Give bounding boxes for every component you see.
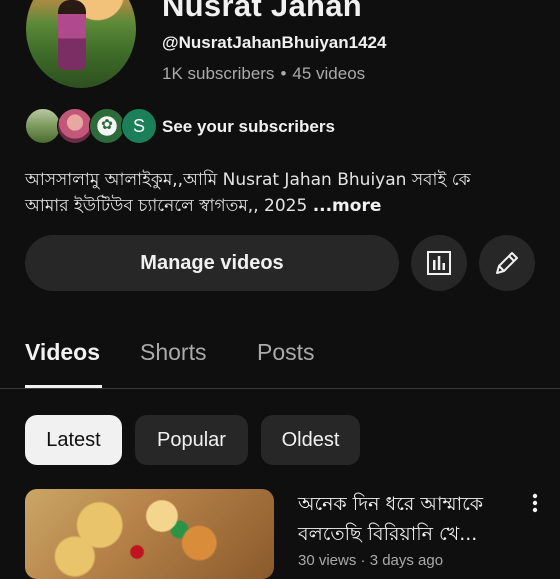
pencil-icon [496, 252, 518, 274]
filter-chip-latest[interactable]: Latest [25, 415, 122, 465]
channel-description[interactable]: আসসালামু আলাইকুম,,আমি Nusrat Jahan Bhuiy… [25, 167, 535, 219]
channel-name: Nusrat Jahan [162, 0, 362, 23]
tab-videos[interactable]: Videos [25, 339, 100, 366]
video-count: 45 videos [292, 64, 366, 83]
subscriber-avatars[interactable]: ✿ S [25, 108, 157, 146]
channel-avatar[interactable] [26, 0, 136, 88]
tab-posts[interactable]: Posts [257, 339, 315, 366]
stats-separator: • [280, 64, 287, 83]
video-title-line-1: অনেক দিন ধরে আম্মাকে [298, 493, 484, 515]
description-text: আমার ইউটিউব চ্যানেলে স্বাগতম,, 2025 [25, 196, 313, 216]
see-subscribers-link[interactable]: See your subscribers [162, 117, 335, 137]
tab-shorts[interactable]: Shorts [140, 339, 206, 366]
more-vert-icon [532, 493, 538, 513]
subscriber-logo-icon: ✿ [101, 117, 113, 133]
filter-chip-popular[interactable]: Popular [135, 415, 248, 465]
description-line-1: আসসালামু আলাইকুম,,আমি Nusrat Jahan Bhuiy… [25, 170, 471, 190]
analytics-button[interactable] [411, 235, 467, 291]
subscriber-avatar [57, 108, 93, 144]
analytics-icon [427, 251, 451, 275]
subscriber-avatar: S [121, 108, 157, 144]
tabs-divider [0, 388, 560, 389]
subscriber-count: 1K subscribers [162, 64, 275, 83]
video-title-line-2: বলতেছি বিরিয়ানি খে... [298, 523, 478, 545]
filter-chip-oldest[interactable]: Oldest [261, 415, 360, 465]
description-line-2: আমার ইউটিউব চ্যানেলে স্বাগতম,, 2025 ...m… [25, 193, 535, 219]
channel-stats: 1K subscribers • 45 videos [162, 64, 365, 84]
video-thumbnail[interactable] [25, 489, 274, 579]
description-more-link[interactable]: ...more [313, 196, 382, 216]
video-menu-button[interactable] [526, 491, 544, 515]
edit-channel-button[interactable] [479, 235, 535, 291]
video-meta: 30 views · 3 days ago [298, 552, 444, 569]
video-title[interactable]: অনেক দিন ধরে আম্মাকে বলতেছি বিরিয়ানি খে… [298, 489, 518, 549]
subscriber-avatar [25, 108, 61, 144]
manage-videos-button[interactable]: Manage videos [25, 235, 399, 291]
avatar-photo-subject [58, 0, 86, 70]
channel-handle: @NusratJahanBhuiyan1424 [162, 33, 387, 52]
subscriber-avatar: ✿ [89, 108, 125, 144]
subscriber-initial: S [132, 116, 145, 136]
